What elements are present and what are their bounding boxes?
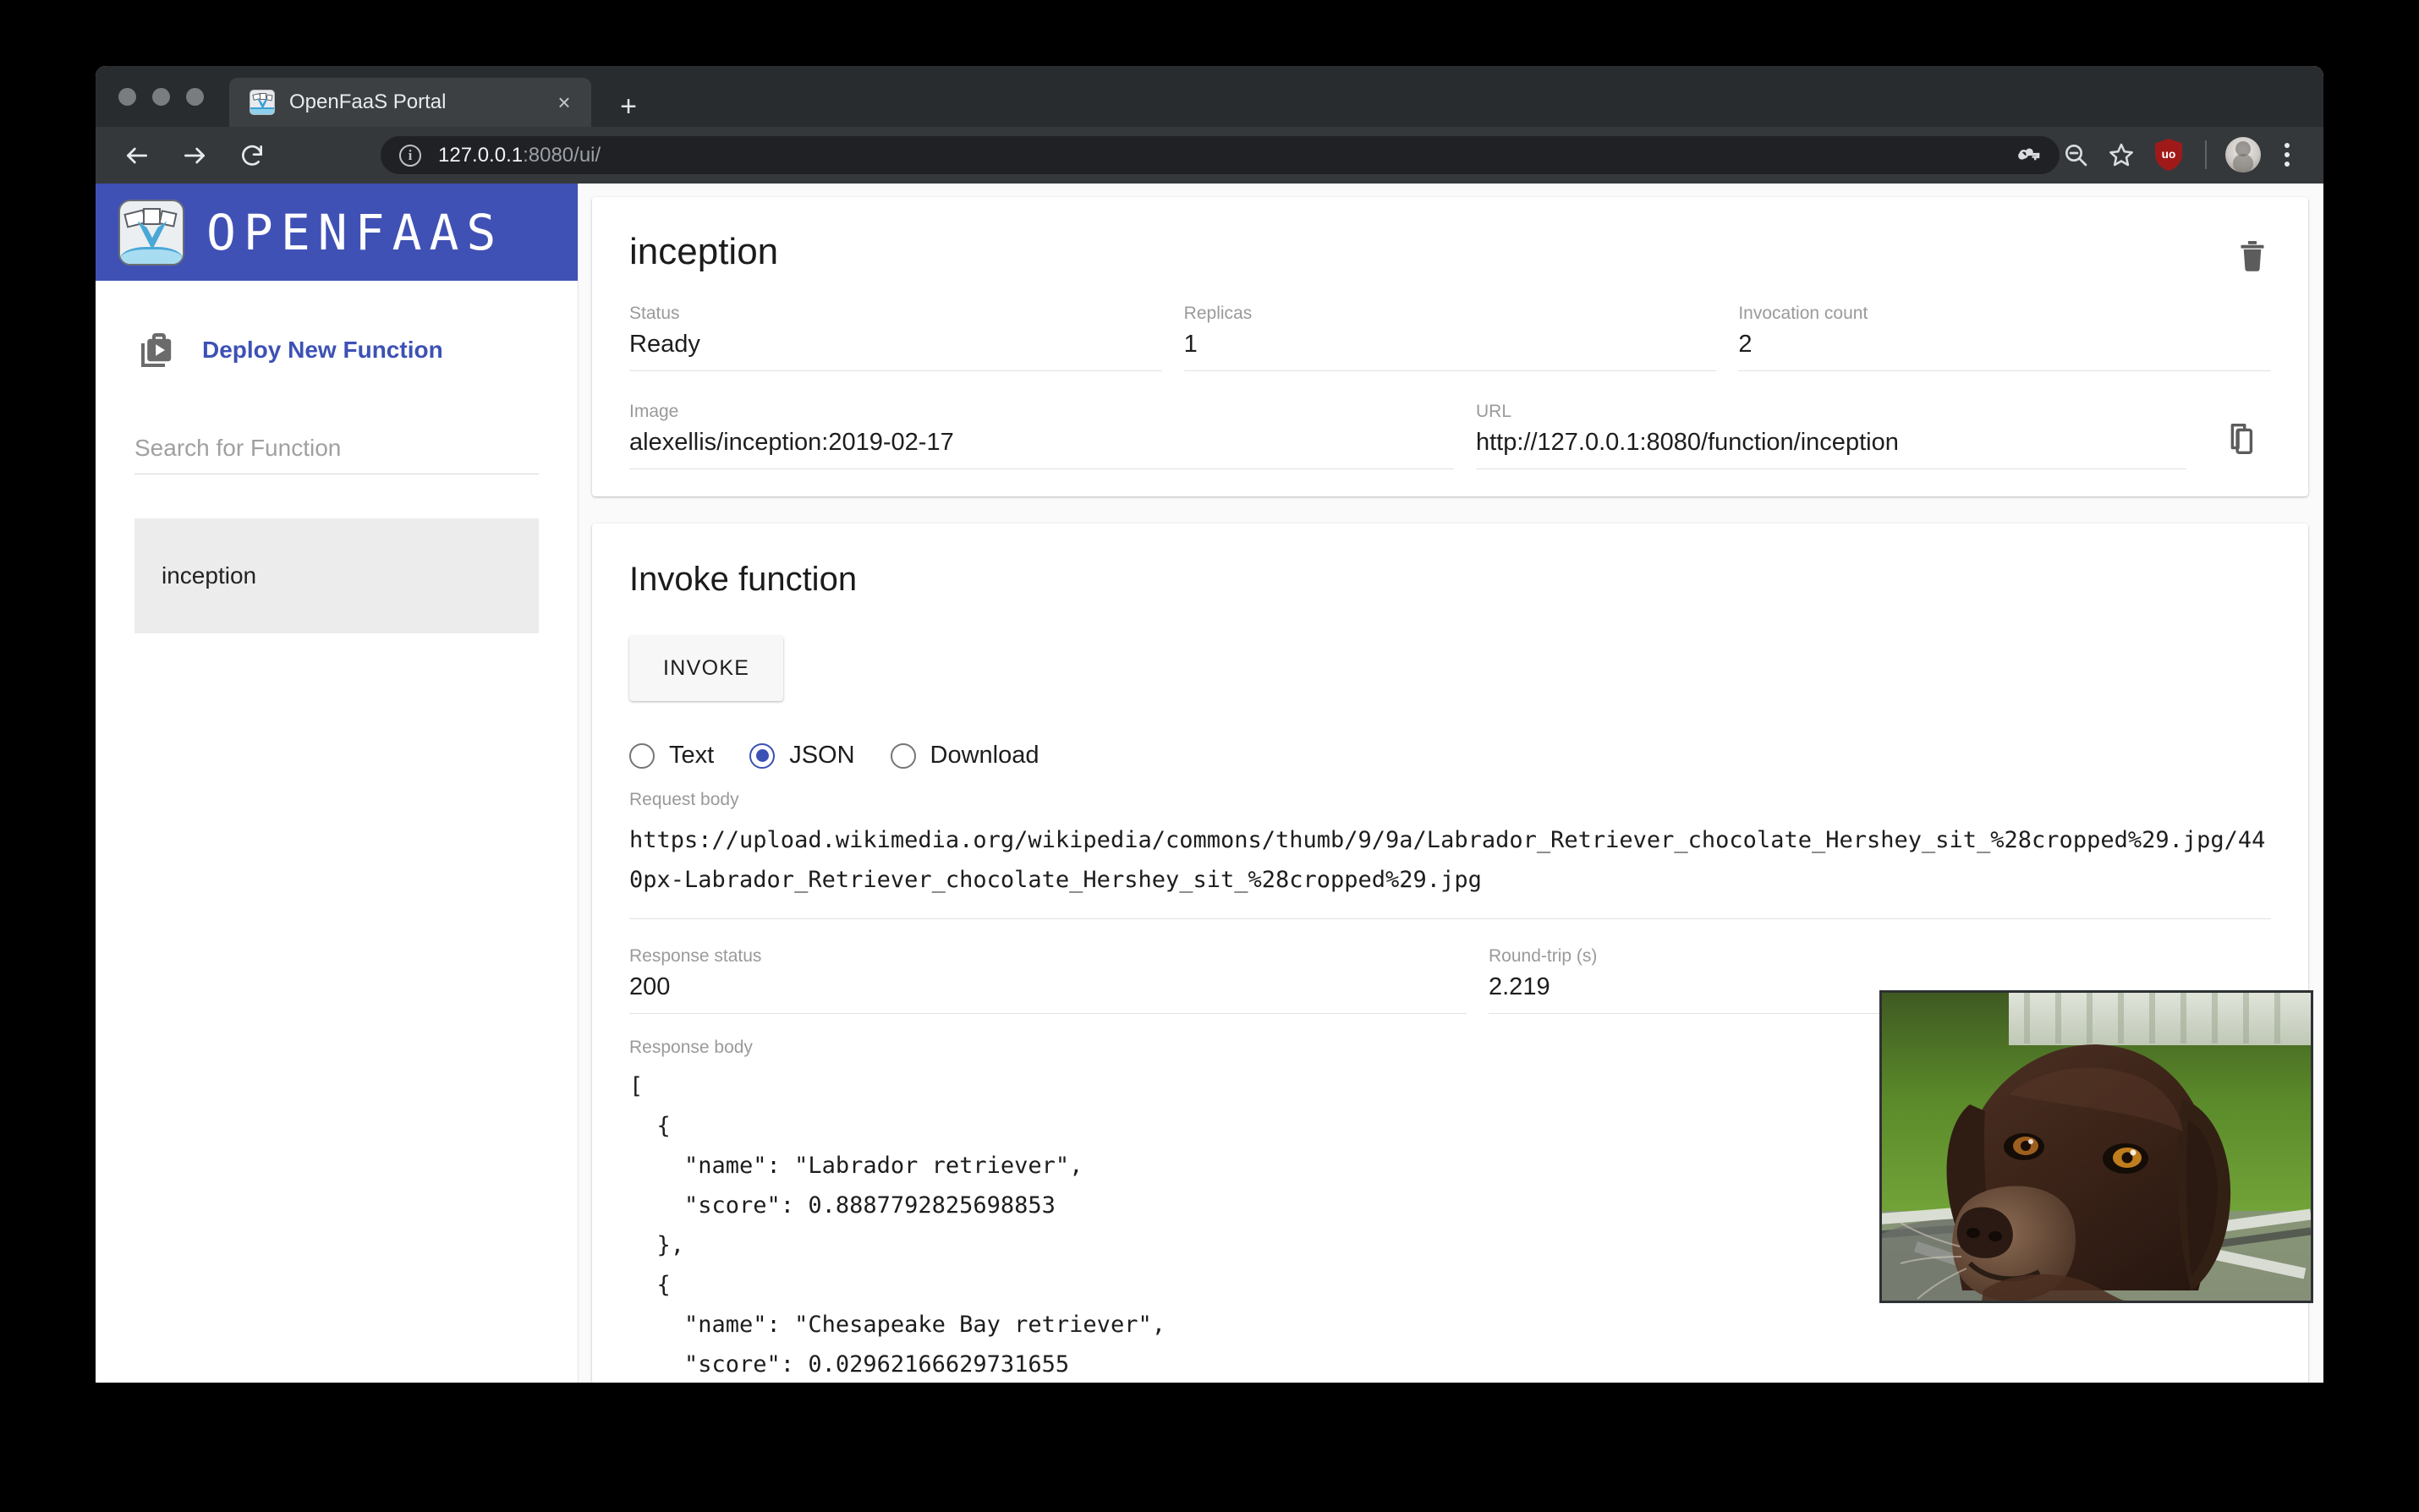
info-circle-icon[interactable]: i [399,144,421,167]
field-value: 1 [1183,331,1198,358]
field-label: Invocation count [1738,304,1868,323]
browser-toolbar: i 127.0.0.1:8080/ui/ uo [96,127,2323,184]
brand-header: OPENFAAS [96,184,578,281]
browser-tab[interactable]: OpenFaaS Portal × [229,78,591,127]
reload-icon[interactable] [231,134,273,177]
field-label: Status [629,304,680,323]
replicas-field: Replicas 1 [1183,304,1717,371]
radio-option-json[interactable]: JSON [749,742,855,770]
openfaas-whale-icon [250,90,275,115]
radio-option-text[interactable]: Text [629,742,714,770]
toolbar-divider [2205,140,2207,169]
list-item[interactable]: inception [134,518,539,633]
copy-icon[interactable] [2220,419,2271,469]
trash-icon[interactable] [2234,238,2271,275]
radio-option-download[interactable]: Download [890,742,1039,770]
invocation-count-field: Invocation count 2 [1738,304,2272,371]
sidebar-item-deploy-new-function[interactable]: Deploy New Function [96,281,578,370]
window-close-button[interactable] [118,88,136,106]
radio-label: Text [669,742,715,769]
status-field: Status Ready [629,304,1162,371]
deploy-bag-play-icon [136,330,180,370]
window-controls[interactable] [118,88,204,106]
function-list: inception [134,518,539,633]
page-title: inception [629,231,779,272]
search-field-wrapper [134,435,539,474]
key-icon[interactable] [2007,134,2053,176]
result-image [1879,990,2313,1303]
field-label: Image [629,402,679,421]
url-field: URL http://127.0.0.1:8080/function/incep… [1476,402,2186,469]
sidebar-item-label: Deploy New Function [202,337,443,363]
radio-label: JSON [789,742,855,769]
image-field: Image alexellis/inception:2019-02-17 [629,402,1454,469]
close-icon[interactable]: × [547,85,581,119]
radio-circle[interactable] [749,742,776,769]
url-path: :8080/ui/ [523,143,601,167]
arrow-right-icon[interactable] [173,134,216,177]
request-body-label: Request body [629,790,739,809]
sidebar: OPENFAAS Deploy New Function Search for … [96,184,579,1383]
address-bar-url: 127.0.0.1:8080/ui/ [438,144,601,167]
menu-dots-icon[interactable] [2268,135,2307,174]
field-value: alexellis/inception:2019-02-17 [629,429,954,456]
response-status-field: Response status 200 [629,946,1467,1014]
stats-field-row: Status Ready Replicas 1 Invocation count… [629,304,2272,371]
field-label: Response status [629,946,762,966]
zoom-out-icon[interactable] [2053,134,2098,176]
toolbar-icon-group: uo [2007,134,2307,176]
field-value: Ready [629,331,700,358]
radio-label: Download [930,742,1039,769]
function-details-card: inception Status Ready Replicas 1 Invoca… [592,197,2308,496]
section-title: Invoke function [629,561,858,598]
arrow-left-icon[interactable] [116,134,158,177]
response-type-radio-group: Text JSON Download [629,742,2271,770]
openfaas-whale-logo [118,199,184,266]
address-bar[interactable]: i 127.0.0.1:8080/ui/ [381,136,2060,174]
image-url-field-row: Image alexellis/inception:2019-02-17 URL… [629,402,2271,469]
window-maximize-button[interactable] [186,88,204,106]
request-body-input[interactable]: https://upload.wikimedia.org/wikipedia/c… [629,820,2271,919]
field-label: Round-trip (s) [1489,946,1598,966]
star-icon[interactable] [2098,134,2144,176]
function-name: inception [162,562,257,589]
field-label: URL [1476,402,1512,421]
url-host: 127.0.0.1 [438,143,524,167]
new-tab-icon[interactable]: + [612,90,645,123]
field-label: Replicas [1183,304,1253,323]
browser-window: OpenFaaS Portal × + i 127.0.0.1:8080/ui/ [96,66,2323,1383]
field-value: 200 [629,973,671,1000]
radio-circle[interactable] [629,742,655,769]
window-minimize-button[interactable] [152,88,170,106]
svg-text:uo: uo [2162,148,2176,161]
radio-circle[interactable] [890,742,916,769]
field-value: 2 [1738,331,1753,358]
avatar[interactable] [2225,137,2261,173]
browser-title-bar: OpenFaaS Portal × + [96,66,2323,127]
brand-title: OPENFAAS [206,203,504,261]
search-input[interactable] [134,435,539,462]
field-value: http://127.0.0.1:8080/function/inception [1476,429,1899,456]
ublock-origin-icon[interactable]: uo [2153,137,2185,173]
tab-title: OpenFaaS Portal [289,90,447,113]
invoke-button[interactable]: INVOKE [629,636,784,701]
